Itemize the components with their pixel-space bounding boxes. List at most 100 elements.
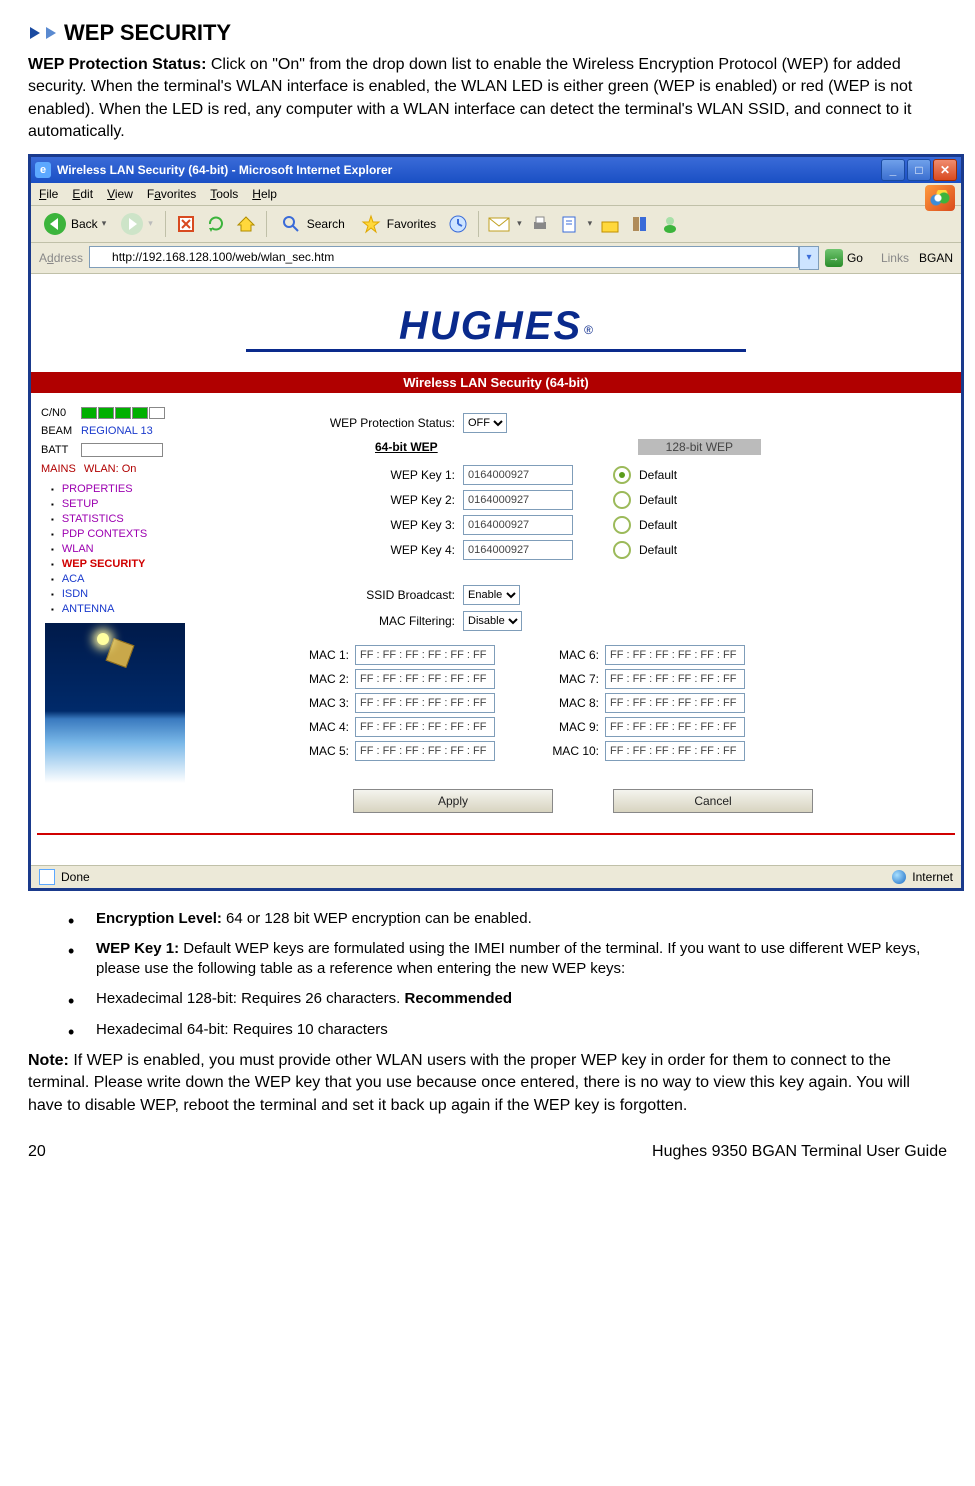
- wep-key3-input[interactable]: [463, 515, 573, 535]
- mac1-input[interactable]: [355, 645, 495, 665]
- minimize-button[interactable]: _: [881, 159, 905, 181]
- stop-icon[interactable]: [174, 212, 198, 236]
- tab-64bit[interactable]: 64-bit WEP: [375, 440, 438, 454]
- bgan-label: BGAN: [919, 251, 953, 265]
- back-button[interactable]: Back ▾: [39, 210, 110, 238]
- cancel-button[interactable]: Cancel: [613, 789, 813, 813]
- page-footer: 20 Hughes 9350 BGAN Terminal User Guide: [28, 1143, 947, 1161]
- mac6-input[interactable]: [605, 645, 745, 665]
- discuss-icon[interactable]: [598, 212, 622, 236]
- search-button[interactable]: Search: [275, 210, 349, 238]
- mac4-label: MAC 4:: [285, 720, 355, 734]
- default-label: Default: [639, 493, 677, 507]
- mains-label: MAINS: [41, 463, 76, 475]
- zone-text: Internet: [912, 870, 953, 884]
- xp-flag-icon: [925, 185, 955, 211]
- menu-help[interactable]: Help: [252, 187, 277, 201]
- mac10-input[interactable]: [605, 741, 745, 761]
- batt-label: BATT: [41, 444, 81, 456]
- default-label: Default: [639, 468, 677, 482]
- status-bar: Done Internet: [31, 865, 961, 888]
- wep-key4-input[interactable]: [463, 540, 573, 560]
- wep-key1-input[interactable]: [463, 465, 573, 485]
- mac5-input[interactable]: [355, 741, 495, 761]
- apply-button[interactable]: Apply: [353, 789, 553, 813]
- menu-favorites[interactable]: Favorites: [147, 187, 196, 201]
- list-item: Hexadecimal 128-bit: Requires 26 charact…: [68, 989, 947, 1009]
- nav-wlan[interactable]: WLAN: [62, 543, 94, 555]
- back-label: Back: [71, 217, 98, 231]
- edit-icon[interactable]: [558, 212, 582, 236]
- wep-key2-input[interactable]: [463, 490, 573, 510]
- mac2-input[interactable]: [355, 669, 495, 689]
- page-viewport: HUGHES® Wireless LAN Security (64-bit) C…: [31, 274, 961, 888]
- mac1-label: MAC 1:: [285, 648, 355, 662]
- form-area: WEP Protection Status: OFF 64-bit WEP 12…: [205, 393, 961, 833]
- go-arrow-icon: →: [825, 249, 843, 267]
- maximize-button[interactable]: □: [907, 159, 931, 181]
- favorites-button[interactable]: Favorites: [355, 210, 440, 238]
- intro-label: WEP Protection Status:: [28, 56, 206, 73]
- nav-antenna[interactable]: ANTENNA: [62, 603, 115, 615]
- url-input[interactable]: [89, 246, 799, 268]
- tab-128bit[interactable]: 128-bit WEP: [638, 439, 761, 455]
- mac7-input[interactable]: [605, 669, 745, 689]
- url-dropdown-icon[interactable]: ▾: [799, 246, 819, 270]
- menu-edit[interactable]: Edit: [72, 187, 93, 201]
- note-text: If WEP is enabled, you must provide othe…: [28, 1052, 910, 1114]
- beam-value: REGIONAL 13: [81, 425, 153, 437]
- page-banner: Wireless LAN Security (64-bit): [31, 372, 961, 393]
- nav-aca[interactable]: ACA: [62, 573, 85, 585]
- address-label: Address: [39, 251, 83, 265]
- nav-wep-security[interactable]: WEP SECURITY: [62, 558, 146, 570]
- nav-setup[interactable]: SETUP: [62, 498, 99, 510]
- menu-view[interactable]: View: [107, 187, 133, 201]
- mac6-label: MAC 6:: [535, 648, 605, 662]
- wep-status-select[interactable]: OFF: [463, 413, 507, 433]
- mac9-input[interactable]: [605, 717, 745, 737]
- mac2-label: MAC 2:: [285, 672, 355, 686]
- forward-button[interactable]: ▾: [116, 210, 157, 238]
- default-label: Default: [639, 543, 677, 557]
- window-title: Wireless LAN Security (64-bit) - Microso…: [57, 163, 392, 177]
- list-item: Hexadecimal 64-bit: Requires 10 characte…: [68, 1020, 947, 1040]
- nav-properties[interactable]: PROPERTIES: [62, 483, 133, 495]
- wep-key4-label: WEP Key 4:: [225, 543, 463, 557]
- wep-key3-radio[interactable]: [613, 516, 631, 534]
- nav-isdn[interactable]: ISDN: [62, 588, 88, 600]
- wep-key1-label: WEP Key 1:: [225, 468, 463, 482]
- print-icon[interactable]: [528, 212, 552, 236]
- close-button[interactable]: ✕: [933, 159, 957, 181]
- ssid-select[interactable]: Enable: [463, 585, 520, 605]
- mac4-input[interactable]: [355, 717, 495, 737]
- research-icon[interactable]: [628, 212, 652, 236]
- menu-file[interactable]: File: [39, 187, 58, 201]
- arrows-icon: [28, 25, 58, 41]
- default-label: Default: [639, 518, 677, 532]
- mail-icon[interactable]: [487, 212, 511, 236]
- go-button[interactable]: → Go: [825, 249, 863, 267]
- page-number: 20: [28, 1143, 46, 1161]
- wep-key2-radio[interactable]: [613, 491, 631, 509]
- nav-pdp[interactable]: PDP CONTEXTS: [62, 528, 147, 540]
- beam-label: BEAM: [41, 425, 81, 437]
- mac8-input[interactable]: [605, 693, 745, 713]
- section-header: WEP SECURITY: [28, 20, 947, 46]
- wep-key3-label: WEP Key 3:: [225, 518, 463, 532]
- macfilter-select[interactable]: Disable: [463, 611, 522, 631]
- refresh-icon[interactable]: [204, 212, 228, 236]
- wep-key4-radio[interactable]: [613, 541, 631, 559]
- bgan-link[interactable]: BGAN: [915, 251, 953, 265]
- nav-statistics[interactable]: STATISTICS: [62, 513, 124, 525]
- wep-key1-radio[interactable]: [613, 466, 631, 484]
- history-icon[interactable]: [446, 212, 470, 236]
- intro-paragraph: WEP Protection Status: Click on "On" fro…: [28, 54, 947, 144]
- mac3-input[interactable]: [355, 693, 495, 713]
- home-icon[interactable]: [234, 212, 258, 236]
- status-text: Done: [61, 870, 90, 884]
- menu-tools[interactable]: Tools: [210, 187, 238, 201]
- mac10-label: MAC 10:: [535, 744, 605, 758]
- messenger-icon[interactable]: [658, 212, 682, 236]
- footer-title: Hughes 9350 BGAN Terminal User Guide: [652, 1143, 947, 1161]
- note-label: Note:: [28, 1052, 69, 1069]
